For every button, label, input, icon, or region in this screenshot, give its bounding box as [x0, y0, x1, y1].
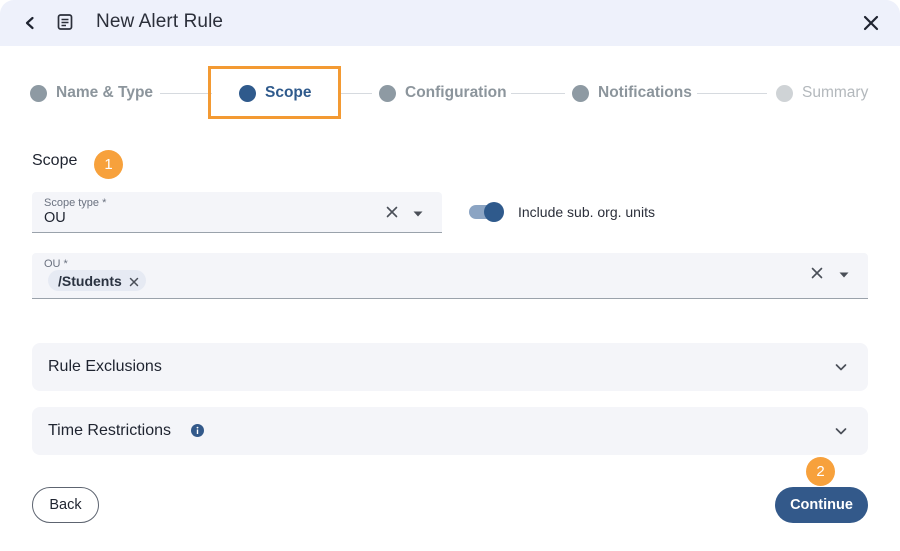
step-badge-1: 1 — [94, 150, 123, 179]
field-value: OU — [44, 210, 66, 226]
chevron-down-icon — [834, 360, 848, 374]
ou-select[interactable]: OU * /Students — [32, 253, 868, 299]
step-dot — [379, 84, 396, 102]
toggle-thumb — [484, 202, 504, 222]
step-connector — [511, 93, 565, 94]
caret-down-icon[interactable] — [412, 207, 424, 219]
section-title: Scope — [32, 152, 78, 169]
include-sub-units-toggle[interactable] — [469, 201, 505, 223]
step-notifications[interactable]: Notifications — [572, 82, 692, 104]
time-restrictions-accordion[interactable]: Time Restrictions — [32, 407, 868, 455]
step-label: Summary — [802, 84, 869, 101]
step-label: Notifications — [598, 84, 692, 101]
document-icon — [54, 11, 76, 33]
clear-icon[interactable] — [809, 265, 825, 281]
step-dot — [30, 84, 47, 102]
chevron-down-icon — [834, 424, 848, 438]
step-connector — [340, 93, 372, 94]
step-label: Configuration — [405, 84, 507, 101]
wizard-stepper: Name & Type Scope Configuration Notifica… — [0, 66, 900, 120]
clear-icon[interactable] — [384, 204, 400, 220]
step-configuration[interactable]: Configuration — [379, 82, 507, 104]
chip-label: /Students — [58, 272, 122, 289]
step-badge-2: 2 — [806, 457, 835, 486]
ou-chip: /Students — [48, 270, 146, 291]
step-dot — [572, 84, 589, 102]
back-button[interactable]: Back — [32, 487, 99, 523]
step-label: Name & Type — [56, 84, 154, 101]
accordion-title: Rule Exclusions — [48, 358, 162, 375]
step-name-and-type[interactable]: Name & Type — [30, 82, 153, 104]
step-connector — [697, 93, 767, 94]
include-sub-units-label: Include sub. org. units — [518, 204, 655, 220]
scope-type-select[interactable]: Scope type * OU — [32, 192, 442, 233]
accordion-title: Time Restrictions — [48, 422, 171, 439]
rule-exclusions-accordion[interactable]: Rule Exclusions — [32, 343, 868, 391]
scope-step-highlight — [208, 66, 341, 119]
continue-button[interactable]: Continue — [775, 487, 868, 523]
dialog-header: New Alert Rule — [0, 0, 900, 46]
field-label: Scope type * — [44, 197, 107, 209]
chevron-left-icon[interactable] — [18, 11, 42, 35]
field-label: OU * — [44, 258, 68, 270]
step-connector — [160, 93, 212, 94]
new-alert-rule-dialog: New Alert Rule Name & Type Scope Configu… — [0, 0, 900, 551]
chip-remove-icon[interactable] — [128, 275, 140, 287]
caret-down-icon[interactable] — [838, 268, 850, 280]
info-icon[interactable] — [191, 424, 204, 437]
dialog-title: New Alert Rule — [96, 11, 224, 32]
close-icon[interactable] — [858, 10, 884, 36]
step-summary: Summary — [776, 82, 868, 104]
step-dot — [776, 84, 793, 102]
